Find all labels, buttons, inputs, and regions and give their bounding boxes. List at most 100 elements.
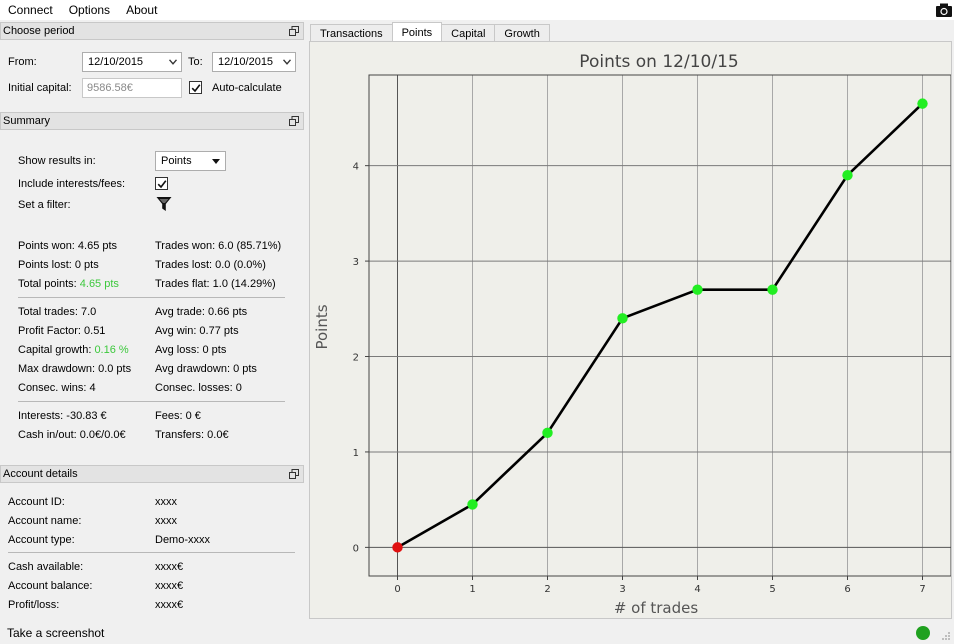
data-point [917, 98, 928, 109]
capital-growth-value: 0.16 % [94, 344, 129, 356]
menu-about[interactable]: About [118, 0, 165, 20]
capital-growth: Capital growth: 0.16 % [18, 344, 129, 356]
x-tick-label: 0 [394, 584, 400, 595]
profit-loss-value: xxxx€ [155, 599, 184, 611]
float-window-icon[interactable] [289, 26, 299, 36]
x-axis-label: # of trades [614, 599, 699, 617]
account-id-value: xxxx [155, 496, 177, 508]
account-name-label: Account name: [8, 515, 82, 527]
summary-divider [18, 297, 285, 298]
summary-divider [18, 401, 285, 402]
avg-win: Avg win: 0.77 pts [155, 325, 239, 337]
account-name-value: xxxx [155, 515, 177, 527]
avg-trade: Avg trade: 0.66 pts [155, 306, 248, 318]
account-type-value: Demo-xxxx [155, 534, 211, 546]
initial-capital-value: 9586.58€ [87, 82, 133, 94]
account-id-label: Account ID: [8, 496, 65, 508]
total-points-label: Total points: [18, 278, 77, 290]
x-tick-label: 7 [919, 584, 925, 595]
initial-capital-label: Initial capital: [8, 82, 72, 94]
profit-loss-label: Profit/loss: [8, 599, 60, 611]
checkmark-icon [157, 179, 166, 188]
total-points: Total points: 4.65 pts [18, 278, 119, 290]
show-results-label: Show results in: [18, 155, 96, 167]
to-date-picker[interactable]: 12/10/2015 [212, 52, 296, 72]
camera-button[interactable] [934, 0, 954, 20]
avg-loss: Avg loss: 0 pts [155, 344, 227, 356]
x-tick-label: 1 [469, 584, 475, 595]
series-line [396, 102, 924, 549]
menu-options[interactable]: Options [61, 0, 118, 20]
data-point [692, 284, 703, 295]
cash-available-value: xxxx€ [155, 561, 184, 573]
data-point [392, 542, 403, 553]
cash-available-label: Cash available: [8, 561, 84, 573]
x-tick-label: 3 [619, 584, 625, 595]
data-point [617, 313, 628, 324]
screenshot-status-label[interactable]: Take a screenshot [7, 626, 104, 640]
consec-losses: Consec. losses: 0 [155, 382, 242, 394]
data-point [767, 284, 778, 295]
summary-panel-title: Summary [3, 115, 51, 127]
fees: Fees: 0 € [155, 410, 201, 422]
x-tick-label: 6 [844, 584, 850, 595]
transfers: Transfers: 0.0€ [155, 429, 229, 441]
data-point [542, 427, 553, 439]
from-date-picker[interactable]: 12/10/2015 [82, 52, 182, 72]
points-lost: Points lost: 0 pts [18, 259, 99, 271]
total-points-value: 4.65 pts [79, 278, 119, 290]
plot-area [368, 74, 952, 577]
show-results-select[interactable]: Points [155, 151, 226, 171]
account-balance-value: xxxx€ [155, 580, 184, 592]
include-interests-label: Include interests/fees: [18, 178, 126, 190]
connection-status-indicator [916, 626, 930, 640]
data-point [842, 170, 853, 181]
initial-capital-input[interactable]: 9586.58€ [82, 78, 182, 98]
include-interests-checkbox[interactable] [155, 177, 168, 190]
tab-points[interactable]: Points [391, 22, 443, 43]
chart-title: Points on 12/10/15 [579, 52, 738, 72]
trades-won: Trades won: 6.0 (85.71%) [155, 240, 282, 252]
points-won: Points won: 4.65 pts [18, 240, 118, 252]
profit-factor: Profit Factor: 0.51 [18, 325, 106, 337]
y-tick-label: 0 [353, 543, 359, 554]
y-tick-label: 1 [353, 448, 359, 459]
menu-connect[interactable]: Connect [0, 0, 61, 20]
account-panel-title: Account details [3, 468, 78, 480]
to-date-value: 12/10/2015 [218, 56, 274, 68]
funnel-icon[interactable] [156, 196, 172, 212]
interests: Interests: -30.83 € [18, 410, 107, 422]
auto-calculate-label: Auto-calculate [212, 82, 282, 94]
account-type-label: Account type: [8, 534, 75, 546]
period-panel-title: Choose period [3, 25, 75, 37]
chevron-down-icon [283, 59, 291, 65]
chart-tabs: Transactions Points Capital Growth [310, 22, 550, 43]
menu-bar: Connect Options About [0, 0, 954, 20]
trades-flat: Trades flat: 1.0 (14.29%) [155, 278, 276, 290]
total-trades: Total trades: 7.0 [18, 306, 97, 318]
float-window-icon[interactable] [289, 116, 299, 126]
chevron-down-icon [169, 59, 177, 65]
y-axis-label: Points [313, 304, 331, 349]
to-label: To: [188, 56, 203, 68]
y-tick-label: 2 [353, 353, 359, 364]
from-label: From: [8, 56, 37, 68]
resize-grip-icon[interactable] [941, 631, 951, 641]
account-divider [8, 552, 295, 553]
account-balance-label: Account balance: [8, 580, 93, 592]
max-drawdown: Max drawdown: 0.0 pts [18, 363, 132, 375]
dropdown-arrow-icon [212, 159, 220, 164]
consec-wins: Consec. wins: 4 [18, 382, 96, 394]
camera-icon [935, 2, 953, 18]
filter-label: Set a filter: [18, 199, 71, 211]
auto-calculate-checkbox[interactable] [189, 81, 202, 94]
trades-lost: Trades lost: 0.0 (0.0%) [155, 259, 266, 271]
chart-panel: Points on 12/10/15 0 1 2 3 4 5 6 7 0 1 2 3 4 # of tr… [309, 41, 952, 619]
x-tick-label: 2 [544, 584, 550, 595]
float-window-icon[interactable] [289, 469, 299, 479]
from-date-value: 12/10/2015 [88, 56, 144, 68]
points-chart: Points on 12/10/15 0 1 2 3 4 5 6 7 0 1 2 3 4 # of tr… [313, 52, 952, 617]
x-tick-label: 4 [694, 584, 700, 595]
account-panel-header: Account details [0, 465, 304, 483]
data-point [467, 499, 478, 510]
